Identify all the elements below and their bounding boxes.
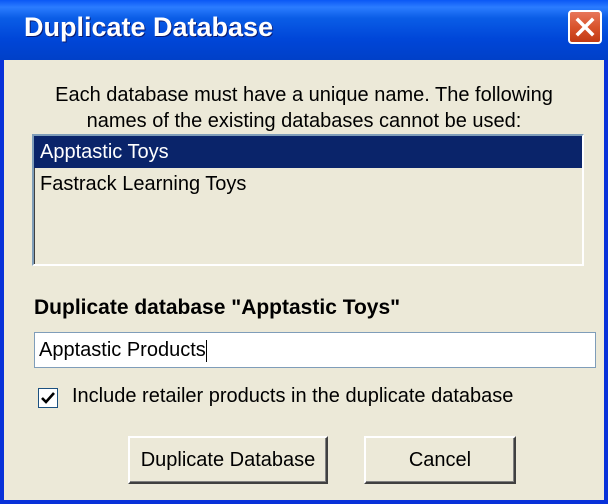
close-icon	[575, 17, 595, 37]
cancel-button[interactable]: Cancel	[364, 436, 516, 484]
duplicate-database-dialog: Duplicate Database Each database must ha…	[0, 0, 608, 504]
close-button[interactable]	[568, 10, 602, 44]
new-database-name-value: Apptastic Products	[39, 339, 206, 361]
list-item[interactable]: Apptastic Toys	[34, 136, 582, 168]
checkmark-icon	[41, 392, 55, 404]
dialog-title: Duplicate Database	[24, 12, 274, 42]
list-item[interactable]: Fastrack Learning Toys	[34, 168, 582, 200]
existing-databases-list[interactable]: Apptastic Toys Fastrack Learning Toys	[32, 134, 584, 266]
duplicate-database-button[interactable]: Duplicate Database	[128, 436, 328, 484]
instruction-line-2: names of the existing databases cannot b…	[86, 110, 522, 132]
include-retailer-checkbox[interactable]	[38, 388, 58, 408]
instruction-line-1: Each database must have a unique name. T…	[55, 84, 553, 106]
new-database-name-input[interactable]: Apptastic Products	[34, 332, 596, 368]
include-retailer-label[interactable]: Include retailer products in the duplica…	[72, 385, 513, 408]
text-caret	[205, 339, 207, 362]
instruction-text: Each database must have a unique name. T…	[24, 82, 584, 134]
duplicate-database-label: Duplicate database "Apptastic Toys"	[34, 296, 401, 319]
title-bar[interactable]: Duplicate Database	[0, 0, 608, 60]
